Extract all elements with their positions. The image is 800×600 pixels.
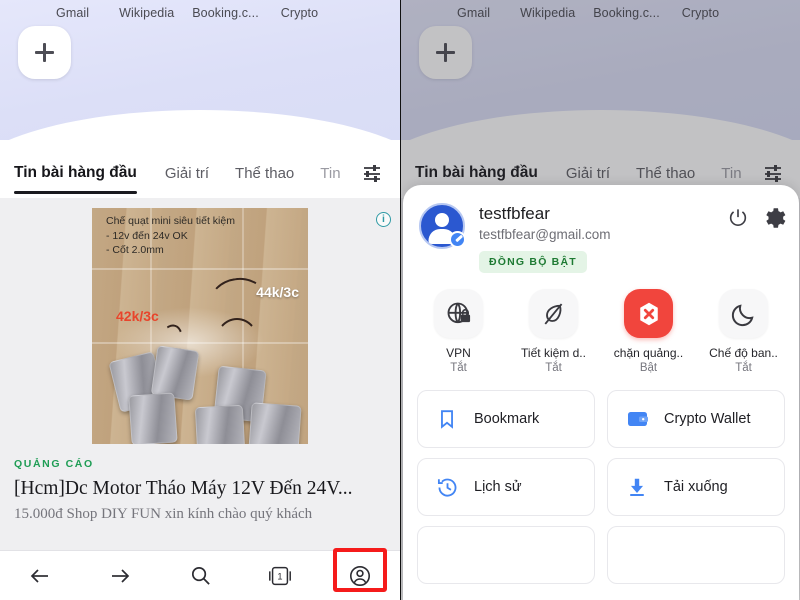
category-tabbar: Tin bài hàng đầu Giải trí Thể thao Tin xyxy=(0,148,400,198)
quick-action-night-mode[interactable]: Chế độ ban.. Tắt xyxy=(701,289,787,374)
menu-item-history[interactable]: Lịch sử xyxy=(417,458,595,516)
quick-action-label: chặn quảng.. xyxy=(613,346,684,360)
shortcut-wikipedia[interactable]: Wikipedia xyxy=(119,6,174,20)
ad-title: [Hcm]Dc Motor Tháo Máy 12V Đến 24V... xyxy=(14,478,353,499)
gear-icon[interactable] xyxy=(761,205,787,236)
menu-item-downloads[interactable]: Tải xuống xyxy=(607,458,785,516)
browser-bottom-nav: 1 xyxy=(0,550,400,600)
search-icon[interactable] xyxy=(178,559,222,593)
moon-icon xyxy=(719,289,768,338)
quick-action-label: VPN xyxy=(446,346,471,360)
quick-action-vpn[interactable]: VPN Tắt xyxy=(416,289,502,374)
svg-text:1: 1 xyxy=(277,571,282,581)
avatar[interactable] xyxy=(419,203,466,249)
quick-action-label: Chế độ ban.. xyxy=(709,346,778,360)
quick-actions-row: VPN Tắt Tiết kiệm d.. Tắt chặn quảng.. B… xyxy=(403,273,799,374)
ad-description: 15.000đ Shop DIY FUN xin kính chào quý k… xyxy=(14,506,313,522)
menu-item-crypto-wallet[interactable]: Crypto Wallet xyxy=(607,390,785,448)
menu-item-label: Crypto Wallet xyxy=(664,411,751,427)
history-icon xyxy=(436,476,458,498)
news-feed: Chế quạt mini siêu tiết kiệm - 12v đến 2… xyxy=(0,198,400,550)
bookmark-icon xyxy=(436,408,458,430)
ad-price-red: 42k/3c xyxy=(116,308,159,324)
tab-the-thao[interactable]: Thể thao xyxy=(235,165,294,182)
profile-icon[interactable] xyxy=(338,559,382,593)
quick-action-state: Bật xyxy=(639,362,658,374)
left-screen: Gmail Wikipedia Booking.c... Crypto Tin … xyxy=(0,0,400,600)
account-actions xyxy=(727,205,787,236)
back-icon[interactable] xyxy=(18,559,62,593)
ad-label: QUẢNG CÁO xyxy=(14,458,94,470)
download-icon xyxy=(626,476,648,498)
ad-image-caption: Chế quạt mini siêu tiết kiệm - 12v đến 2… xyxy=(106,215,235,256)
account-email: testfbfear@gmail.com xyxy=(479,227,611,242)
sliders-icon[interactable] xyxy=(362,163,386,183)
tab-tin[interactable]: Tin xyxy=(320,165,340,182)
add-shortcut-button[interactable] xyxy=(18,26,71,79)
shortcut-crypto[interactable]: Crypto xyxy=(281,6,318,20)
menu-item-bookmark[interactable]: Bookmark xyxy=(417,390,595,448)
account-header: testfbfear testfbfear@gmail.com ĐỒNG BỘ … xyxy=(403,185,799,273)
quick-action-state: Tắt xyxy=(450,362,467,374)
menu-item-label: Bookmark xyxy=(474,411,540,427)
edit-pencil-icon[interactable] xyxy=(449,231,466,248)
tab-giai-tri[interactable]: Giải trí xyxy=(165,165,209,182)
status-badge: ĐỒNG BỘ BẬT xyxy=(479,251,587,273)
quick-action-state: Tắt xyxy=(735,362,752,374)
shortcut-bar: Gmail Wikipedia Booking.c... Crypto xyxy=(0,2,400,24)
menu-grid: Bookmark Crypto Wallet Lịch sử Tải xuống xyxy=(403,390,799,584)
account-name: testfbfear xyxy=(479,204,550,223)
vpn-globe-lock-icon xyxy=(434,289,483,338)
quick-action-data-saver[interactable]: Tiết kiệm d.. Tắt xyxy=(511,289,597,374)
quick-action-adblock[interactable]: chặn quảng.. Bật xyxy=(606,289,692,374)
menu-item-partial-right[interactable] xyxy=(607,526,785,584)
ad-text-block[interactable]: QUẢNG CÁO [Hcm]Dc Motor Tháo Máy 12V Đến… xyxy=(0,450,400,523)
menu-item-label: Tải xuống xyxy=(664,479,728,495)
browser-home-header: Gmail Wikipedia Booking.c... Crypto xyxy=(0,0,400,186)
shortcut-booking[interactable]: Booking.c... xyxy=(192,6,259,20)
menu-item-label: Lịch sử xyxy=(474,479,522,495)
screenshot-root: Gmail Wikipedia Booking.c... Crypto Tin … xyxy=(0,0,800,600)
tab-tin-bai-hang-dau[interactable]: Tin bài hàng đầu xyxy=(14,164,137,194)
menu-item-partial-left[interactable] xyxy=(417,526,595,584)
wallet-icon xyxy=(626,408,648,430)
shortcut-gmail[interactable]: Gmail xyxy=(56,6,89,20)
quick-action-state: Tắt xyxy=(545,362,562,374)
plus-icon xyxy=(35,43,54,62)
power-icon[interactable] xyxy=(727,207,749,234)
tabs-icon[interactable]: 1 xyxy=(258,559,302,593)
leaf-icon xyxy=(529,289,578,338)
right-screen: Gmail Wikipedia Booking.c... Crypto Tin … xyxy=(400,0,800,600)
ad-info-icon[interactable]: i xyxy=(376,212,391,227)
forward-icon[interactable] xyxy=(98,559,142,593)
quick-action-label: Tiết kiệm d.. xyxy=(521,346,586,360)
adblock-shield-icon xyxy=(624,289,673,338)
account-text: testfbfear testfbfear@gmail.com ĐỒNG BỘ … xyxy=(479,203,611,273)
ad-product-image[interactable]: Chế quạt mini siêu tiết kiệm - 12v đến 2… xyxy=(92,208,308,444)
account-panel: testfbfear testfbfear@gmail.com ĐỒNG BỘ … xyxy=(403,185,799,600)
